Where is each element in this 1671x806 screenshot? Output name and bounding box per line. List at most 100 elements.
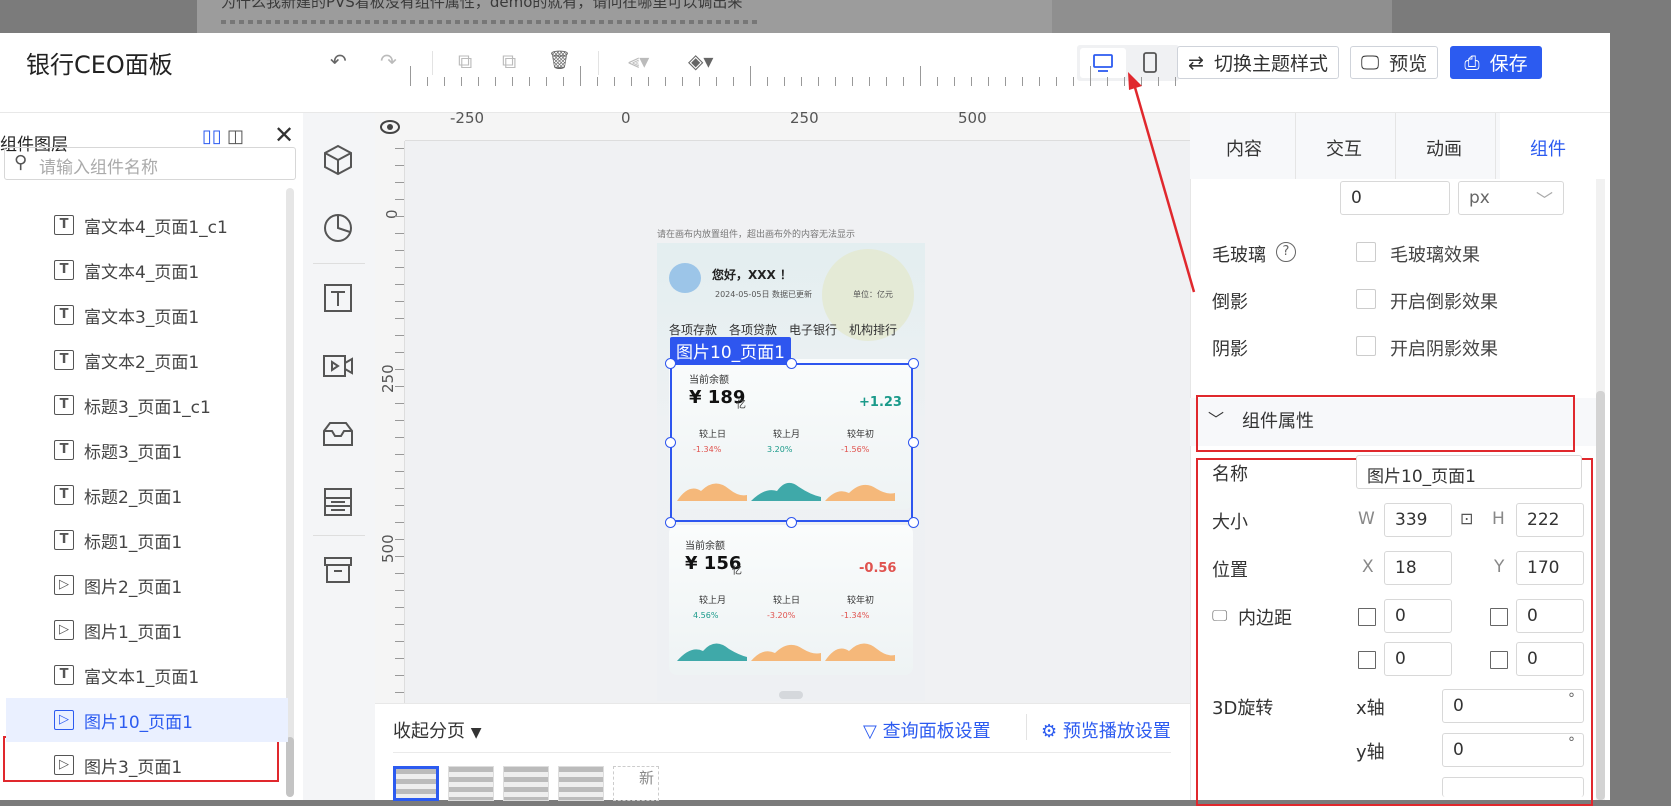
- tab-content[interactable]: 内容: [1226, 135, 1262, 161]
- preview-settings-button[interactable]: ⚙ 预览播放设置: [1041, 717, 1171, 743]
- theme-switch-button[interactable]: ⇄ 切换主题样式: [1177, 46, 1339, 79]
- property-scrollbar-thumb[interactable]: [1596, 391, 1605, 800]
- layer-item[interactable]: T 富文本2_页面1: [6, 338, 288, 382]
- resize-handle[interactable]: [665, 437, 676, 448]
- page-title: 银行CEO面板: [26, 51, 173, 79]
- size-label: 大小: [1212, 512, 1248, 533]
- 3d-cube-icon[interactable]: [319, 141, 359, 181]
- rotate-y-input[interactable]: 0 °: [1442, 733, 1584, 767]
- lock-icon[interactable]: ⊡: [1460, 509, 1473, 528]
- archive-icon[interactable]: [319, 551, 359, 591]
- new-page-button[interactable]: 新: [613, 766, 659, 801]
- layer-item[interactable]: T 富文本1_页面1: [6, 653, 288, 697]
- selection-box[interactable]: [670, 363, 913, 522]
- form-icon[interactable]: [319, 483, 359, 523]
- text-icon[interactable]: [319, 279, 359, 319]
- resize-handle[interactable]: [665, 358, 676, 369]
- undo-icon[interactable]: ↶: [330, 51, 347, 71]
- layer-item[interactable]: T 富文本4_页面1: [6, 248, 288, 292]
- paste-icon[interactable]: ⧉: [502, 51, 516, 71]
- video-icon[interactable]: [319, 347, 359, 387]
- layer-item[interactable]: ▷ 图片1_页面1: [6, 608, 288, 652]
- annotation-arrow: [1128, 72, 1196, 293]
- layer-item-label: 图片10_页面1: [84, 713, 193, 733]
- resize-handle[interactable]: [908, 437, 919, 448]
- padding-left-input[interactable]: 0: [1384, 642, 1452, 676]
- layer-item[interactable]: T 标题3_页面1: [6, 428, 288, 472]
- padding-top-input[interactable]: 0: [1384, 599, 1452, 633]
- layer-item[interactable]: T 标题3_页面1_c1: [6, 383, 288, 427]
- caret-down-icon: ▼: [470, 725, 482, 741]
- copy-icon[interactable]: ⧉: [458, 51, 472, 71]
- layer-item-label: 标题3_页面1: [84, 443, 183, 463]
- panel-split-icon[interactable]: ◫: [227, 126, 244, 147]
- image-layer-icon: ▷: [54, 755, 74, 775]
- padding-bottom-input[interactable]: 0: [1516, 599, 1584, 633]
- align-icon[interactable]: ⫷▾: [628, 51, 649, 71]
- text-layer-icon: T: [54, 440, 74, 460]
- resize-handle[interactable]: [908, 358, 919, 369]
- layer-item[interactable]: T 标题2_页面1: [6, 473, 288, 517]
- pie-chart-icon[interactable]: [319, 209, 359, 249]
- rotate-z-input[interactable]: [1442, 777, 1584, 797]
- container-icon[interactable]: [319, 415, 359, 455]
- query-settings-button[interactable]: ▽ 查询面板设置: [863, 717, 991, 743]
- resize-handle[interactable]: [908, 517, 919, 528]
- layer-item[interactable]: T 富文本4_页面1_c1: [6, 203, 288, 247]
- delete-icon[interactable]: 🗑︎: [548, 51, 571, 71]
- resize-handle[interactable]: [786, 358, 797, 369]
- layer-item[interactable]: ▷ 图片3_页面1: [6, 743, 288, 787]
- phone-tab[interactable]: 各项贷款: [729, 321, 777, 338]
- phone-tab[interactable]: 机构排行: [849, 321, 897, 338]
- close-icon[interactable]: ✕: [274, 121, 294, 149]
- collapse-pages-button[interactable]: 收起分页 ▼: [393, 717, 482, 743]
- page-thumbnail[interactable]: [448, 766, 494, 801]
- layer-item[interactable]: T 富文本3_页面1: [6, 293, 288, 337]
- panel-layout-icon[interactable]: ▯▯: [202, 126, 222, 147]
- preview-button[interactable]: 🖵︎ 预览: [1350, 46, 1438, 79]
- layer-item[interactable]: ▷ 图片2_页面1: [6, 563, 288, 607]
- glass-label: 毛玻璃: [1212, 245, 1266, 266]
- balance-card[interactable]: 当前余额 ¥ 156 亿 -0.56 较上月 较上日 较年初 4.56% -3.…: [669, 525, 913, 675]
- phone-tab[interactable]: 电子银行: [789, 321, 837, 338]
- tab-interaction[interactable]: 交互: [1326, 135, 1362, 161]
- phone-tab[interactable]: 各项存款: [669, 321, 717, 338]
- backdrop: [1610, 33, 1671, 800]
- layer-search-input[interactable]: ⚲ 请输入组件名称: [4, 147, 296, 180]
- tab-animation[interactable]: 动画: [1426, 135, 1462, 161]
- reflection-checkbox[interactable]: [1356, 289, 1376, 309]
- unit-select[interactable]: px ﹀: [1458, 181, 1564, 215]
- page-thumbnail[interactable]: [558, 766, 604, 801]
- page-thumbnail[interactable]: [503, 766, 549, 801]
- resize-grip[interactable]: [779, 691, 803, 699]
- save-button[interactable]: ⎙ 保存: [1450, 46, 1542, 79]
- page-thumbnail[interactable]: [393, 766, 439, 801]
- height-input[interactable]: 222: [1516, 503, 1584, 537]
- layer-item[interactable]: T 标题1_页面1: [6, 518, 288, 562]
- redo-icon[interactable]: ↷: [380, 51, 397, 71]
- eye-icon[interactable]: [375, 113, 405, 141]
- padding-right-input[interactable]: 0: [1516, 642, 1584, 676]
- chevron-down-icon: ﹀: [1536, 191, 1553, 211]
- resize-handle[interactable]: [665, 517, 676, 528]
- gear-icon: ⚙: [1041, 721, 1058, 742]
- ruler-label: 0: [383, 209, 401, 219]
- shadow-checkbox[interactable]: [1356, 336, 1376, 356]
- layer-item[interactable]: ▷ 图片10_页面1: [6, 698, 288, 742]
- rotate-x-input[interactable]: 0 °: [1442, 689, 1584, 723]
- x-input[interactable]: 18: [1384, 551, 1452, 585]
- help-icon[interactable]: ?: [1276, 242, 1296, 262]
- numeric-input[interactable]: 0: [1340, 181, 1450, 215]
- text-layer-icon: T: [54, 215, 74, 235]
- resize-handle[interactable]: [786, 517, 797, 528]
- reflection-label: 倒影: [1212, 292, 1248, 313]
- glass-checkbox[interactable]: [1356, 242, 1376, 262]
- ruler-label: 500: [958, 109, 987, 127]
- shadow-label: 阴影: [1212, 339, 1248, 360]
- name-input[interactable]: 图片10_页面1: [1356, 455, 1582, 489]
- tab-component[interactable]: 组件: [1530, 135, 1566, 161]
- layer-stack-icon[interactable]: ◈▾: [688, 51, 713, 71]
- y-input[interactable]: 170: [1516, 551, 1584, 585]
- text-layer-icon: T: [54, 665, 74, 685]
- width-input[interactable]: 339: [1384, 503, 1452, 537]
